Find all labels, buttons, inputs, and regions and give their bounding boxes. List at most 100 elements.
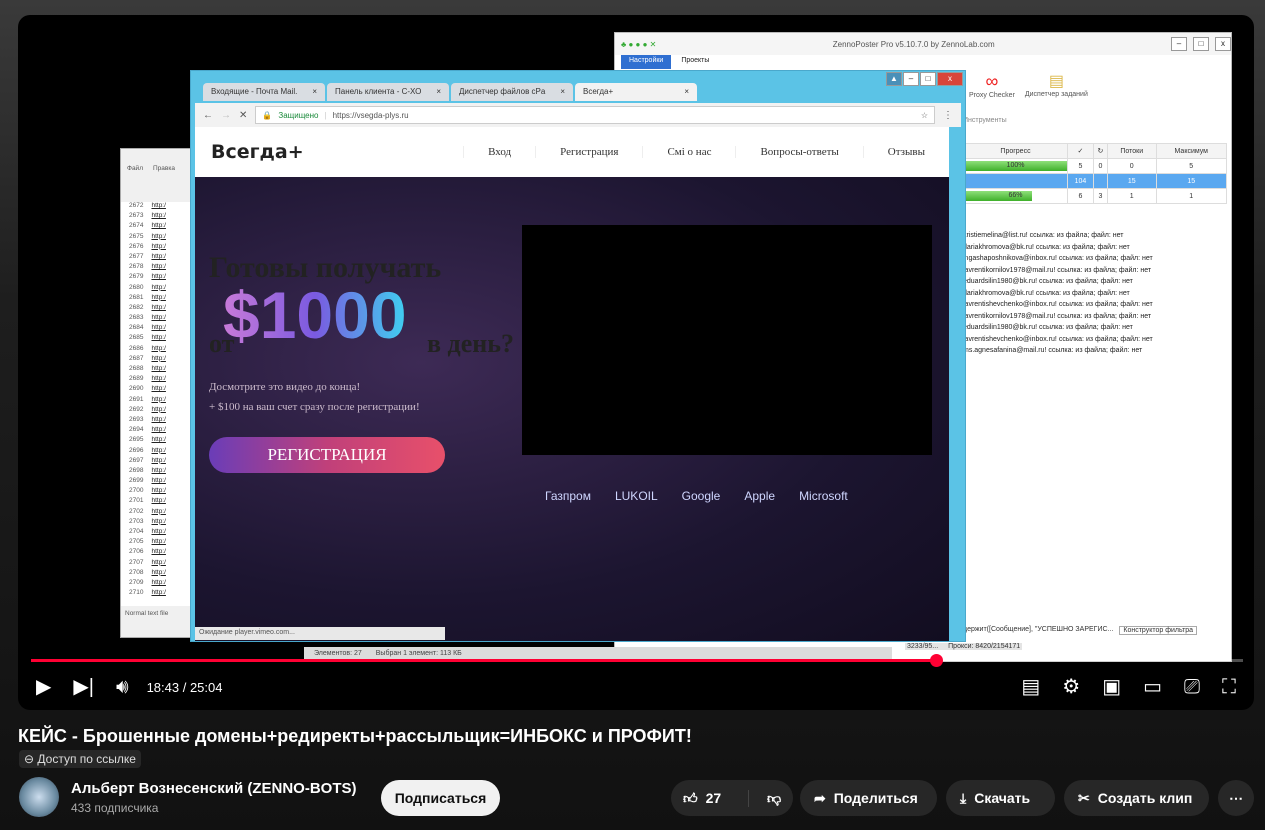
notepad-line: 2697 http:/ bbox=[121, 457, 197, 467]
documents-icon: ▤ bbox=[1048, 73, 1064, 90]
max-cell: 15 bbox=[1155, 173, 1228, 189]
cast-icon[interactable]: ⎚ bbox=[1184, 677, 1200, 697]
line-text: http:/ bbox=[151, 415, 166, 423]
log-entry: eduardsilin1980@bk.ru! ссылка: из файла;… bbox=[963, 324, 1133, 331]
log-entry: kristiemelina@list.ru! ссылка: из файла;… bbox=[963, 232, 1124, 239]
notepad-line: 2674 http:/ bbox=[121, 222, 197, 232]
line-number: 2710 bbox=[129, 589, 144, 597]
line-number: 2704 bbox=[129, 528, 144, 535]
progress-cell bbox=[963, 173, 1068, 189]
theater-mode-icon[interactable]: ▭ bbox=[1143, 677, 1162, 697]
like-dislike-group: 👍︎ 27 👎︎ bbox=[671, 780, 793, 816]
line-number: 2673 bbox=[129, 212, 144, 220]
log-entry: lavrentishevchenko@inbox.ru! ссылка: из … bbox=[963, 301, 1153, 308]
tab-close-icon: × bbox=[312, 87, 317, 96]
notepad-line: 2691 http:/ bbox=[121, 396, 197, 406]
line-number: 2681 bbox=[129, 293, 144, 301]
line-number: 2699 bbox=[129, 477, 144, 485]
line-number: 2682 bbox=[129, 303, 144, 311]
progress-played bbox=[31, 659, 937, 662]
clip-button[interactable]: ✂ Создать клип bbox=[1064, 780, 1209, 816]
line-text: http:/ bbox=[151, 293, 166, 301]
line-number: 2708 bbox=[129, 568, 144, 576]
toolbar-icons: ♣ ● ● ● ✕ bbox=[621, 39, 657, 49]
subscriber-count: 433 подписчика bbox=[71, 801, 159, 815]
stop-icon: ✕ bbox=[239, 109, 248, 121]
notepad-line: 2680 http:/ bbox=[121, 284, 197, 294]
back-icon: ← bbox=[203, 109, 213, 121]
subscribe-button[interactable]: Подписаться bbox=[381, 780, 500, 816]
menu-icon: ⋮ bbox=[943, 109, 953, 121]
download-button[interactable]: ⤓ Скачать bbox=[946, 780, 1055, 816]
brand-logo: Microsoft bbox=[799, 489, 848, 503]
subtitle-2: + $100 на ваш счет сразу после регистрац… bbox=[209, 401, 420, 413]
brand-logo: Apple bbox=[744, 489, 776, 503]
notepad-line: 2686 http:/ bbox=[121, 345, 197, 355]
line-text: http:/ bbox=[151, 578, 166, 586]
lock-icon: 🔒 bbox=[262, 110, 273, 120]
video-frame[interactable]: Файл Правка 2672 http:/ 2673 http:/ 2674 http:… bbox=[18, 15, 1254, 685]
site-nav-link: Отзывы bbox=[862, 146, 949, 158]
channel-avatar[interactable] bbox=[19, 777, 59, 817]
fullscreen-icon[interactable]: ⛶ bbox=[1222, 677, 1236, 697]
line-number: 2706 bbox=[129, 548, 144, 556]
register-button: РЕГИСТРАЦИЯ bbox=[209, 437, 445, 473]
gear-icon[interactable]: ⚙ bbox=[1062, 677, 1080, 697]
line-number: 2700 bbox=[129, 487, 144, 495]
volume-icon[interactable]: 🔊︎ bbox=[116, 677, 129, 697]
retry-cell: 0 bbox=[1092, 158, 1108, 174]
line-number: 2695 bbox=[129, 436, 144, 444]
hero-section: Готовы получать от $1000 в день? Досмотр… bbox=[195, 177, 949, 641]
brand-logo: Газпром bbox=[545, 489, 591, 503]
play-icon[interactable]: ▶ bbox=[36, 677, 51, 697]
more-actions-button[interactable]: ⋯ bbox=[1218, 780, 1254, 816]
video-player[interactable]: Файл Правка 2672 http:/ 2673 http:/ 2674 http:… bbox=[18, 15, 1254, 710]
ok-cell: 5 bbox=[1067, 158, 1094, 174]
dislike-button[interactable]: 👎︎ bbox=[757, 790, 781, 807]
subtitles-icon[interactable]: ▤ bbox=[1021, 677, 1040, 697]
maximize-icon: □ bbox=[1193, 37, 1209, 51]
progress-bar[interactable] bbox=[31, 654, 1243, 667]
forward-icon: → bbox=[221, 109, 231, 121]
browser-window: ▲ – □ x Входящие - Почта Mail. × Панель клиен… bbox=[190, 70, 966, 642]
notepad-line: 2692 http:/ bbox=[121, 406, 197, 416]
notepad-line: 2709 http:/ bbox=[121, 579, 197, 589]
close-icon: x bbox=[1215, 37, 1231, 51]
notepad-line: 2682 http:/ bbox=[121, 304, 197, 314]
share-button[interactable]: ➦ Поделиться bbox=[800, 780, 937, 816]
retry-cell: 3 bbox=[1092, 188, 1108, 204]
browser-tabs: Входящие - Почта Mail. × Панель клиента - … bbox=[203, 83, 697, 101]
notepad-line: 2703 http:/ bbox=[121, 518, 197, 528]
next-icon[interactable]: ▶| bbox=[73, 677, 94, 697]
like-button[interactable]: 👍︎ 27 bbox=[671, 789, 749, 807]
table-row: 104 15 15 bbox=[963, 173, 1228, 189]
line-number: 2689 bbox=[129, 375, 144, 383]
notepad-line: 2704 http:/ bbox=[121, 528, 197, 538]
notepad-line: 2683 http:/ bbox=[121, 314, 197, 324]
log-entry: ingashaposhnikova@inbox.ru! ссылка: из ф… bbox=[963, 255, 1153, 262]
notepad-line: 2699 http:/ bbox=[121, 477, 197, 487]
line-number: 2694 bbox=[129, 426, 144, 434]
tab-close-icon: × bbox=[560, 87, 565, 96]
tools-group-label: Инструменты bbox=[963, 117, 1007, 124]
line-text: http:/ bbox=[151, 375, 166, 383]
star-icon: ☆ bbox=[920, 110, 928, 120]
zp-tab-settings: Настройки bbox=[621, 55, 672, 69]
line-text: http:/ bbox=[151, 212, 166, 220]
column-header: Прогресс bbox=[963, 143, 1068, 159]
link-icon: ⊖ bbox=[24, 752, 38, 766]
notepad-status: Normal text file bbox=[125, 610, 169, 617]
notepad-line: 2706 http:/ bbox=[121, 548, 197, 558]
line-text: http:/ bbox=[151, 548, 166, 556]
channel-name[interactable]: Альберт Вознесенский (ZENNO-BOTS) bbox=[71, 780, 356, 797]
table-row: 66% 6 3 1 1 bbox=[963, 188, 1228, 204]
log-entry: dariakhromova@bk.ru! ссылка: из файла; ф… bbox=[963, 243, 1130, 251]
line-number: 2680 bbox=[129, 283, 144, 291]
line-text: http:/ bbox=[151, 497, 166, 505]
minimize-icon: – bbox=[1171, 37, 1187, 51]
miniplayer-icon[interactable]: ▣ bbox=[1102, 677, 1121, 697]
progress-cell: 100% bbox=[963, 158, 1068, 174]
line-number: 2685 bbox=[129, 334, 144, 342]
zp-tab-projects: Проекты bbox=[681, 57, 710, 64]
thumbs-up-icon: 👍︎ bbox=[683, 789, 698, 806]
